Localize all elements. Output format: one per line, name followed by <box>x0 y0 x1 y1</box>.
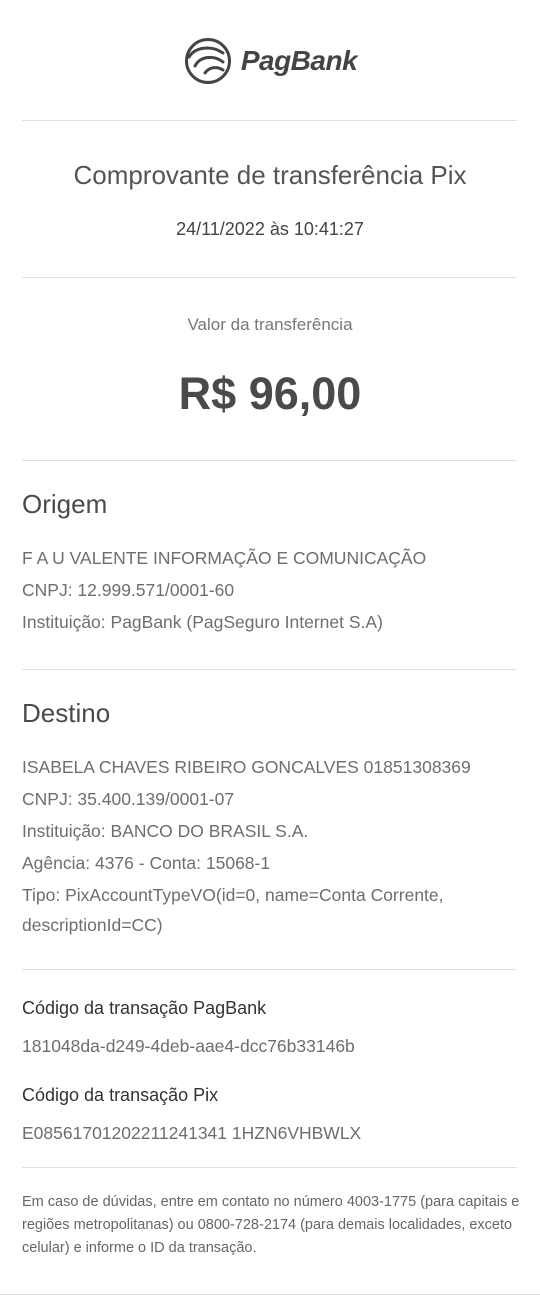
pagbank-code-value: 181048da-d249-4deb-aae4-dcc76b33146b <box>22 1036 355 1056</box>
destination-cnpj: CNPJ: 35.400.139/0001-07 <box>22 789 235 809</box>
origin-cnpj: CNPJ: 12.999.571/0001-60 <box>22 580 235 600</box>
divider <box>22 669 517 670</box>
divider <box>22 969 517 970</box>
pix-code-label: Código da transação Pix <box>22 1085 219 1105</box>
bottom-divider <box>0 1294 540 1295</box>
destination-type-line1: Tipo: PixAccountTypeVO(id=0, name=Conta … <box>22 885 444 905</box>
divider <box>22 277 517 278</box>
divider <box>22 460 517 461</box>
brand-logo: PagBank <box>0 34 540 88</box>
destination-name: ISABELA CHAVES RIBEIRO GONCALVES 0185130… <box>22 757 471 777</box>
origin-section-title: Origem <box>22 489 108 519</box>
brand-name: PagBank <box>240 45 358 76</box>
divider <box>22 120 517 121</box>
pix-code-value: E08561701202211241341 1HZN6VHBWLX <box>22 1123 362 1143</box>
destination-institution: Instituição: BANCO DO BRASIL S.A. <box>22 821 309 841</box>
help-footer-text: Em caso de dúvidas, entre em contato no … <box>22 1194 520 1256</box>
pagbank-logo-icon <box>184 38 231 84</box>
receipt-datetime: 24/11/2022 às 10:41:27 <box>176 219 364 239</box>
receipt-title: Comprovante de transferência Pix <box>73 160 467 190</box>
destination-type-line2: descriptionId=CC) <box>22 915 163 935</box>
origin-institution: Instituição: PagBank (PagSeguro Internet… <box>22 612 383 632</box>
destination-section-title: Destino <box>22 698 111 728</box>
origin-name: F A U VALENTE INFORMAÇÃO E COMUNICAÇÃO <box>22 548 427 568</box>
divider <box>22 1167 517 1168</box>
transfer-amount: R$ 96,00 <box>178 368 362 419</box>
amount-label: Valor da transferência <box>187 315 353 334</box>
destination-branch-account: Agência: 4376 - Conta: 15068-1 <box>22 853 271 873</box>
pagbank-code-label: Código da transação PagBank <box>22 998 267 1018</box>
